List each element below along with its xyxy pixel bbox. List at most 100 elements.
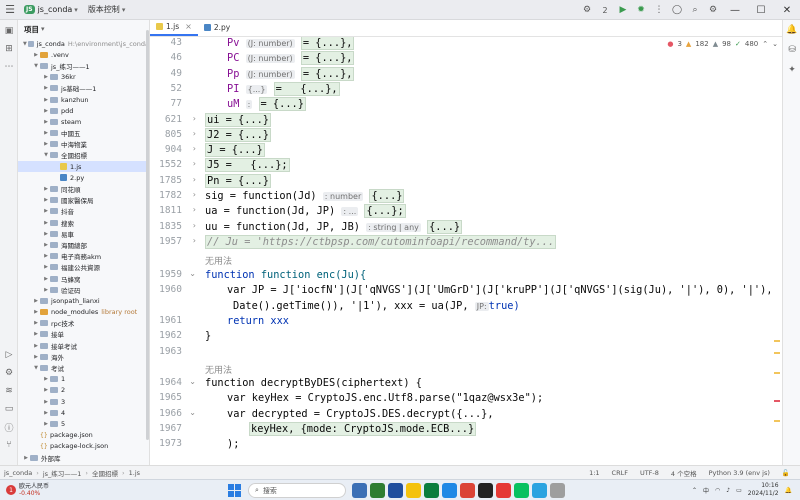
error-stripe-marker[interactable] <box>774 400 780 402</box>
chevron-right-icon[interactable]: ▶ <box>42 74 50 80</box>
chevron-right-icon[interactable]: ▶ <box>32 309 40 315</box>
tree-item[interactable]: ▼ js_conda H:\environment\js_conda <box>18 38 149 49</box>
indent-setting[interactable]: 4 个空格 <box>671 468 697 478</box>
chevron-right-icon[interactable]: ▶ <box>42 85 50 91</box>
chevron-right-icon[interactable]: ▶ <box>42 376 50 382</box>
chevron-down-icon[interactable]: ▼ <box>42 152 50 158</box>
chevron-right-icon[interactable]: ▶ <box>42 208 50 214</box>
code-editor[interactable]: Pv (J: number) = {...}, PC (J: number) =… <box>205 37 770 455</box>
tree-item[interactable]: ▼ js_练习——1 <box>18 60 149 71</box>
tree-item[interactable]: ▶ 接单 <box>18 329 149 340</box>
chevron-right-icon[interactable]: ▶ <box>42 264 50 270</box>
tree-item[interactable]: ▶ 2 <box>18 385 149 396</box>
terminal-icon[interactable]: ▭ <box>0 400 18 418</box>
fold-icon[interactable]: › <box>193 175 196 184</box>
chevron-right-icon[interactable]: ▶ <box>22 455 30 461</box>
chevron-right-icon[interactable]: ▶ <box>42 410 50 416</box>
lock-icon[interactable]: 🔓 <box>782 469 790 477</box>
notification-bell-icon[interactable]: 🔔 <box>785 487 792 494</box>
chevron-right-icon[interactable]: ▶ <box>42 220 50 226</box>
tree-item[interactable]: ▶ 福建公共資源 <box>18 262 149 273</box>
chevron-right-icon[interactable]: ▶ <box>42 130 50 136</box>
caret-position[interactable]: 1:1 <box>589 469 599 477</box>
error-stripe-marker[interactable] <box>774 340 780 342</box>
wechat-icon[interactable] <box>514 483 529 498</box>
tree-item[interactable]: ▶ 同花順 <box>18 183 149 194</box>
error-stripe-marker[interactable] <box>774 352 780 354</box>
chevron-right-icon[interactable]: ▶ <box>32 354 40 360</box>
minimize-icon[interactable]: — <box>722 0 748 20</box>
tab-2-py[interactable]: 2.py <box>198 19 236 36</box>
file-explorer-icon[interactable] <box>406 483 421 498</box>
error-stripe-marker[interactable] <box>774 372 780 374</box>
chrome-icon[interactable] <box>460 483 475 498</box>
fold-icon[interactable]: › <box>193 236 196 245</box>
tab-1-js[interactable]: 1.js × <box>150 19 198 36</box>
project-tool-icon[interactable]: ▣ <box>0 22 18 40</box>
tree-item[interactable]: {} package-lock.json <box>18 441 149 452</box>
run-config-count[interactable]: 2 <box>596 0 614 20</box>
tree-item[interactable]: ▶ 搜索 <box>18 217 149 228</box>
settings-icon[interactable]: ⚙ <box>704 0 722 20</box>
breadcrumb-item[interactable]: js_练习——1 <box>43 468 82 478</box>
tree-item[interactable]: ▼ 考试 <box>18 362 149 373</box>
fold-icon[interactable]: › <box>193 114 196 123</box>
structure-tool-icon[interactable]: ⊞ <box>0 40 18 58</box>
tree-item[interactable]: ▶ 易車 <box>18 228 149 239</box>
close-icon[interactable]: ✕ <box>774 0 800 20</box>
chevron-right-icon[interactable]: ▶ <box>32 298 40 304</box>
tree-item[interactable]: ▶ 马蜂窝 <box>18 273 149 284</box>
tree-item[interactable]: {} package.json <box>18 430 149 441</box>
tree-item[interactable]: 1.js <box>18 161 149 173</box>
chevron-right-icon[interactable]: ▶ <box>42 97 50 103</box>
ai-assistant-icon[interactable]: ✦ <box>783 60 800 80</box>
app-icon[interactable] <box>424 483 439 498</box>
tree-item[interactable]: ▶ 接单考试 <box>18 340 149 351</box>
tree-item[interactable]: ▶ rpc技术 <box>18 318 149 329</box>
chevron-right-icon[interactable]: ▶ <box>42 287 50 293</box>
maximize-icon[interactable]: ☐ <box>748 0 774 20</box>
file-encoding[interactable]: UTF-8 <box>640 469 659 477</box>
chevron-down-icon[interactable]: ▾ <box>122 6 126 14</box>
chevron-right-icon[interactable]: ▶ <box>42 108 50 114</box>
tree-item[interactable]: ▶ 海外 <box>18 351 149 362</box>
tree-item[interactable]: ▶ 5 <box>18 418 149 429</box>
fold-icon[interactable]: › <box>193 144 196 153</box>
fold-icon[interactable]: › <box>193 129 196 138</box>
project-switcher[interactable]: js_conda <box>38 5 73 14</box>
tree-item[interactable]: ▶ node_modules library root <box>18 307 149 318</box>
usage-hint[interactable]: 无用法 <box>205 363 232 376</box>
tree-item[interactable]: ▶ 4 <box>18 407 149 418</box>
tree-item[interactable]: ▶ .venv <box>18 49 149 60</box>
volume-icon[interactable]: ♪ <box>726 487 730 494</box>
chevron-right-icon[interactable]: ▶ <box>32 52 40 58</box>
chevron-right-icon[interactable]: ▶ <box>42 421 50 427</box>
chevron-right-icon[interactable]: ▶ <box>42 197 50 203</box>
git-icon[interactable]: ⑂ <box>0 436 18 454</box>
interpreter-selector[interactable]: Python 3.9 (env js) <box>709 469 770 477</box>
more-icon[interactable]: ⋮ <box>650 0 668 20</box>
run-icon[interactable]: ▶ <box>614 0 632 20</box>
fold-icon[interactable]: ⌄ <box>189 377 196 386</box>
breadcrumb-item[interactable]: js_conda <box>4 469 32 477</box>
widgets-button[interactable]: 1 欧元人民币 -0.40% <box>6 483 49 497</box>
chevron-right-icon[interactable]: ▶ <box>42 253 50 259</box>
app-icon[interactable] <box>370 483 385 498</box>
tree-item[interactable]: ▶ 3 <box>18 396 149 407</box>
chevron-right-icon[interactable]: ▶ <box>42 119 50 125</box>
user-icon[interactable]: ◯ <box>668 0 686 20</box>
chevron-down-icon[interactable]: ▾ <box>41 25 45 33</box>
breadcrumb-item[interactable]: 1.js <box>129 469 140 477</box>
start-button[interactable] <box>228 484 241 497</box>
project-scrollbar[interactable] <box>146 30 149 440</box>
fold-icon[interactable]: ⌄ <box>189 408 196 417</box>
database-icon[interactable]: ⛁ <box>783 40 800 60</box>
vcs-menu[interactable]: 版本控制 <box>88 4 120 15</box>
chevron-up-icon[interactable]: ⌃ <box>692 487 697 494</box>
taskbar-search[interactable]: ⌕ 搜索 <box>248 483 346 498</box>
tree-item[interactable]: ▶ 海關總部 <box>18 239 149 250</box>
tree-item[interactable]: ▶ steam <box>18 116 149 127</box>
chevron-down-icon[interactable]: ▼ <box>22 41 28 47</box>
project-panel-title[interactable]: 项目 ▾ <box>18 20 149 38</box>
chevron-right-icon[interactable]: ▶ <box>42 231 50 237</box>
